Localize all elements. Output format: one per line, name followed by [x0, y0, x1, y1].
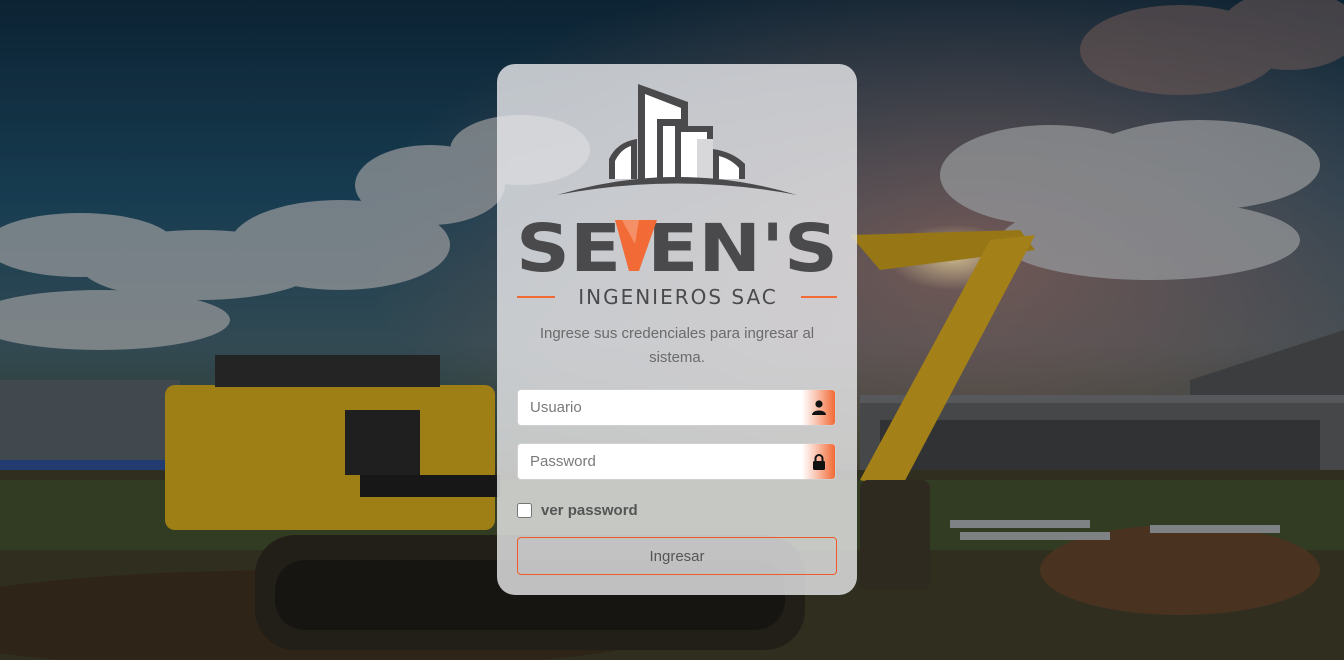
lock-icon — [802, 444, 835, 479]
company-logo: SE EN'S INGENIEROS SAC — [516, 84, 838, 309]
password-input[interactable] — [518, 444, 804, 479]
username-field — [517, 389, 836, 426]
svg-text:SE EN'S: SE EN'S — [516, 210, 838, 287]
show-password-checkbox[interactable] — [517, 502, 532, 518]
brand-tagline: INGENIEROS SAC — [578, 285, 778, 309]
user-icon — [802, 390, 835, 425]
login-card: SE EN'S INGENIEROS SAC Ingrese sus crede… — [497, 64, 857, 595]
show-password-row: ver password — [517, 500, 638, 520]
username-input[interactable] — [518, 390, 804, 425]
brand-wordmark: SE EN'S — [516, 210, 838, 287]
show-password-label[interactable]: ver password — [541, 502, 638, 519]
login-button[interactable]: Ingresar — [517, 537, 837, 575]
login-subtitle: Ingrese sus credenciales para ingresar a… — [539, 325, 815, 366]
buildings-logo-icon — [557, 84, 797, 195]
password-field — [517, 443, 836, 480]
